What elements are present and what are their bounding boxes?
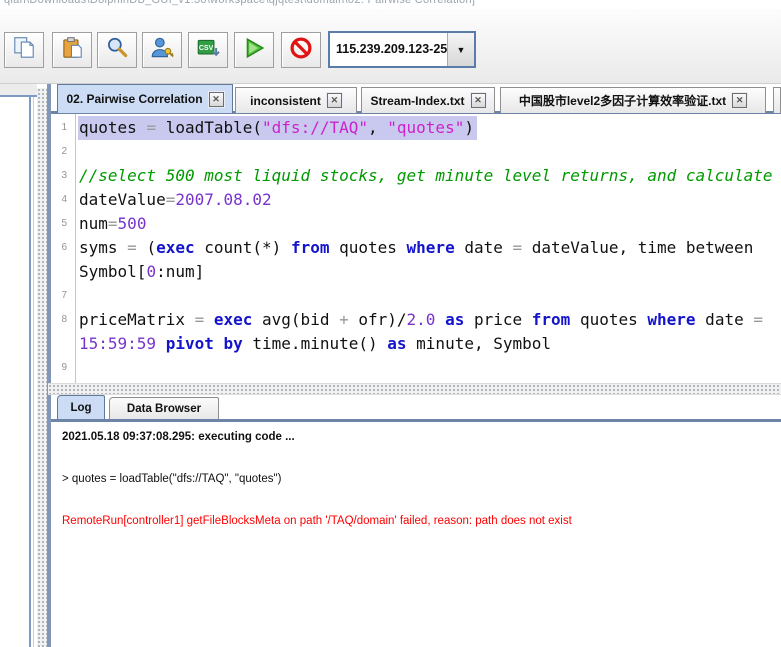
chevron-down-icon[interactable]: ▼ [447,33,474,66]
editor-tabbar: 02. Pairwise Correlation✕inconsistent✕St… [51,84,781,114]
tab-close-icon[interactable]: ✕ [471,93,486,108]
code-line-text: 15:59:59 pivot by time.minute() as minut… [78,332,554,356]
code-area[interactable]: 1 quotes = loadTable("dfs://TAQ", "quotes… [51,116,781,380]
log-line: > quotes = loadTable("dfs://TAQ", "quote… [62,472,779,486]
vertical-splitter[interactable] [37,88,47,647]
export-csv-button[interactable]: CSV [188,32,228,68]
window-titlebar: qian\Downloads\DolphinDB_GUI_v1.30\works… [0,0,781,9]
bottom-tab-log[interactable]: Log [57,395,105,420]
log-line [62,500,779,514]
server-combobox-value: 115.239.209.123-25... [330,33,447,66]
editor-tab-label: 中国股市level2多因子计算效率验证.txt [519,92,726,109]
code-line-text: dateValue=2007.08.02 [78,188,275,212]
editor-tab-label: 02. Pairwise Correlation [66,92,202,106]
left-panel-gap [0,84,37,95]
bottom-tab-data-browser[interactable]: Data Browser [109,397,219,420]
code-row[interactable]: 4 dateValue=2007.08.02 [51,188,781,212]
line-number: 4 [51,188,67,212]
log-line [62,444,779,458]
toolbar: CSV 115.239.209.123-25... ▼ [0,9,781,84]
line-number: 3 [51,164,67,188]
workspace-panel-edge [0,95,37,647]
line-number: 1 [51,116,67,140]
line-number: 2 [51,140,67,164]
dolphindb-gui-window: qian\Downloads\DolphinDB_GUI_v1.30\works… [0,0,781,647]
user-login-icon [149,35,175,66]
stop-button[interactable] [281,32,321,68]
line-number: 5 [51,212,67,236]
run-icon [241,35,267,66]
line-number: 8 [51,308,67,332]
code-row[interactable]: 3 //select 500 most liquid stocks, get mi… [51,164,781,188]
tab-close-icon[interactable]: ✕ [732,93,747,108]
editor-tab[interactable]: 中国股市level2多因子计算效率验证.txt ✕ [500,87,766,113]
log-line [62,458,779,472]
code-row[interactable]: 1 quotes = loadTable("dfs://TAQ", "quotes… [51,116,781,140]
code-row[interactable]: 9 [51,356,781,380]
tab-close-icon[interactable]: ✕ [209,92,224,107]
log-output[interactable]: 2021.05.18 09:37:08.295: executing code … [62,430,779,643]
code-line-text: //select 500 most liquid stocks, get min… [78,164,776,188]
paste-button[interactable] [52,32,92,68]
log-line: RemoteRun[controller1] getFileBlocksMeta… [62,514,779,528]
code-row[interactable]: 2 [51,140,781,164]
line-number: 7 [51,284,67,308]
copy-button[interactable] [4,32,44,68]
code-line-text: quotes = loadTable("dfs://TAQ", "quotes"… [78,116,477,140]
stop-icon [288,35,314,66]
bottom-tab-label: Data Browser [127,403,201,415]
server-combobox[interactable]: 115.239.209.123-25... ▼ [328,31,476,68]
code-row[interactable]: 6 syms = (exec count(*) from quotes where… [51,236,781,260]
code-line-text: priceMatrix = exec avg(bid + ofr)/2.0 as… [78,308,766,332]
bottom-pane: Log Data Browser 2021.05.18 09:37:08.295:… [51,395,781,647]
bottom-tabbar-underline [51,419,781,422]
window-title: qian\Downloads\DolphinDB_GUI_v1.30\works… [4,0,475,6]
editor-tab-partial[interactable] [773,87,781,113]
bottom-tab-label: Log [70,402,91,414]
paste-icon [59,35,85,66]
editor-tab[interactable]: Stream-Index.txt ✕ [361,87,495,113]
code-line-text: syms = (exec count(*) from quotes where … [78,236,766,260]
code-editor[interactable]: 1 quotes = loadTable("dfs://TAQ", "quotes… [51,114,781,383]
code-line-text: Symbol[0:num] [78,260,207,284]
code-row[interactable]: 5 num=500 [51,212,781,236]
log-line: 2021.05.18 09:37:08.295: executing code … [62,430,779,444]
code-row[interactable]: 7 [51,284,781,308]
editor-tab[interactable]: inconsistent ✕ [235,87,357,113]
editor-tab-label: Stream-Index.txt [370,94,464,108]
search-icon [104,35,130,66]
log-line [62,486,779,500]
copy-icon [11,35,37,66]
horizontal-splitter[interactable] [48,383,781,395]
code-row[interactable]: 15:59:59 pivot by time.minute() as minut… [51,332,781,356]
code-line-text: num=500 [78,212,149,236]
editor-tab-label: inconsistent [250,94,321,108]
svg-text:CSV: CSV [199,44,214,51]
search-button[interactable] [97,32,137,68]
user-login-button[interactable] [142,32,182,68]
tab-close-icon[interactable]: ✕ [327,93,342,108]
run-button[interactable] [234,32,274,68]
export-csv-icon: CSV [195,35,221,66]
line-number: 9 [51,356,67,380]
editor-tab[interactable]: 02. Pairwise Correlation ✕ [57,84,233,113]
workspace-panel-border [29,97,31,647]
workspace-panel-border-inner [33,97,34,647]
code-row[interactable]: Symbol[0:num] [51,260,781,284]
code-row[interactable]: 8 priceMatrix = exec avg(bid + ofr)/2.0 a… [51,308,781,332]
line-number: 6 [51,236,67,260]
workspace-panel-border-top [0,95,37,97]
